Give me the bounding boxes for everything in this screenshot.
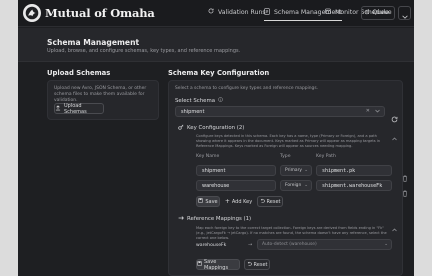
plus-icon: + (224, 198, 230, 205)
reset-mappings-label: Reset (253, 261, 268, 268)
account-menu-button[interactable] (398, 6, 411, 20)
ref-mappings-header[interactable]: Reference Mappings (1) (178, 215, 251, 223)
brand[interactable]: Mutual of Omaha (23, 4, 155, 22)
undo-icon (260, 198, 265, 205)
key-name-input[interactable]: warehouse (196, 180, 276, 191)
chevron-up-icon[interactable] (392, 126, 397, 145)
queue-button[interactable]: Queue (361, 6, 395, 20)
reset-mappings-button[interactable]: Reset (244, 259, 270, 270)
col-key-name: Key Name (196, 154, 220, 159)
key-config-header[interactable]: Key Configuration (2) (178, 124, 244, 132)
gear-icon (364, 9, 370, 17)
key-icon (178, 124, 184, 132)
refresh-icon (208, 8, 214, 16)
nav-validation-runs[interactable]: Validation Runs (208, 8, 266, 16)
schema-select[interactable]: shipment ✕ (175, 106, 385, 117)
save-mappings-label: Save Mappings (204, 258, 229, 271)
target-collection-select[interactable]: Auto-detect (warehouse) ⌄ (257, 239, 392, 250)
refresh-schema-button[interactable] (391, 108, 398, 127)
key-name-value: warehouse (202, 182, 230, 189)
add-key-label: Add Key (231, 198, 253, 205)
key-path-input[interactable]: shipment.warehouseFk (316, 180, 392, 191)
chevron-down-icon (401, 4, 408, 23)
chevron-down-icon: ⌄ (304, 168, 308, 173)
save-keys-label: Save (205, 198, 218, 205)
reset-keys-button[interactable]: Reset (257, 196, 283, 207)
schema-select-value: shipment (181, 108, 205, 115)
config-description: Select a schema to configure key types a… (175, 86, 319, 91)
config-title: Schema Key Configuration (168, 69, 270, 77)
page-title: Schema Management (47, 38, 140, 47)
key-name-value: shipment (202, 167, 226, 174)
col-type: Type (280, 154, 291, 159)
select-schema-label: Select Schema (175, 97, 223, 104)
key-type-select[interactable]: Foreign ⌄ (280, 180, 312, 191)
add-key-button[interactable]: + Add Key (223, 196, 254, 207)
key-type-value: Primary (285, 168, 302, 173)
ref-mappings-title: Reference Mappings (1) (187, 216, 252, 222)
arrow-right-icon: → (248, 242, 253, 248)
save-keys-button[interactable]: Save (196, 196, 220, 207)
screen: Mutual of Omaha Validation Runs Schema M… (0, 0, 432, 276)
app-window: Mutual of Omaha Validation Runs Schema M… (18, 0, 414, 276)
key-config-help: Configure keys detected in this schema. … (196, 134, 381, 148)
nav-validation-runs-label: Validation Runs (218, 8, 266, 16)
info-icon (218, 97, 223, 104)
undo-icon (247, 261, 252, 268)
target-placeholder: Auto-detect (warehouse) (262, 242, 317, 247)
upload-description: Upload new Avro, JSON Schema, or other s… (54, 86, 147, 103)
document-icon (264, 8, 270, 17)
logo-icon (23, 4, 41, 22)
select-schema-text: Select Schema (175, 97, 216, 104)
page-subtitle: Upload, browse, and configure schemas, k… (47, 48, 241, 54)
source-key-label: warehouseFk (196, 243, 227, 248)
brand-name: Mutual of Omaha (45, 6, 155, 20)
key-type-value: Foreign (285, 183, 302, 188)
upload-title: Upload Schemas (47, 69, 111, 77)
trash-icon[interactable] (402, 182, 408, 197)
save-icon (198, 198, 204, 205)
save-icon (197, 261, 202, 268)
chevron-up-icon[interactable] (392, 217, 397, 236)
queue-label: Queue (372, 10, 392, 16)
trash-icon[interactable] (402, 167, 408, 182)
refresh-icon (391, 108, 398, 127)
key-path-value: shipment.pk (322, 167, 356, 174)
calendar-icon (325, 8, 331, 16)
upload-schemas-button[interactable]: Upload Schemas (54, 102, 104, 115)
top-bar: Mutual of Omaha Validation Runs Schema M… (18, 0, 414, 27)
key-path-value: shipment.warehouseFk (322, 182, 383, 189)
reset-keys-label: Reset (266, 198, 281, 205)
chevron-down-icon (375, 109, 380, 115)
key-name-input[interactable]: shipment (196, 165, 276, 176)
chevron-down-icon: ⌄ (384, 242, 388, 247)
upload-button-label: Upload Schemas (64, 102, 87, 115)
upload-icon (55, 104, 61, 113)
key-config-title: Key Configuration (2) (187, 125, 245, 131)
clear-icon[interactable]: ✕ (366, 108, 370, 114)
key-path-input[interactable]: shipment.pk (316, 165, 392, 176)
chevron-down-icon: ⌄ (304, 183, 308, 188)
link-icon (178, 215, 184, 223)
key-type-select[interactable]: Primary ⌄ (280, 165, 312, 176)
save-mappings-button[interactable]: Save Mappings (196, 258, 240, 271)
col-key-path: Key Path (316, 154, 336, 159)
